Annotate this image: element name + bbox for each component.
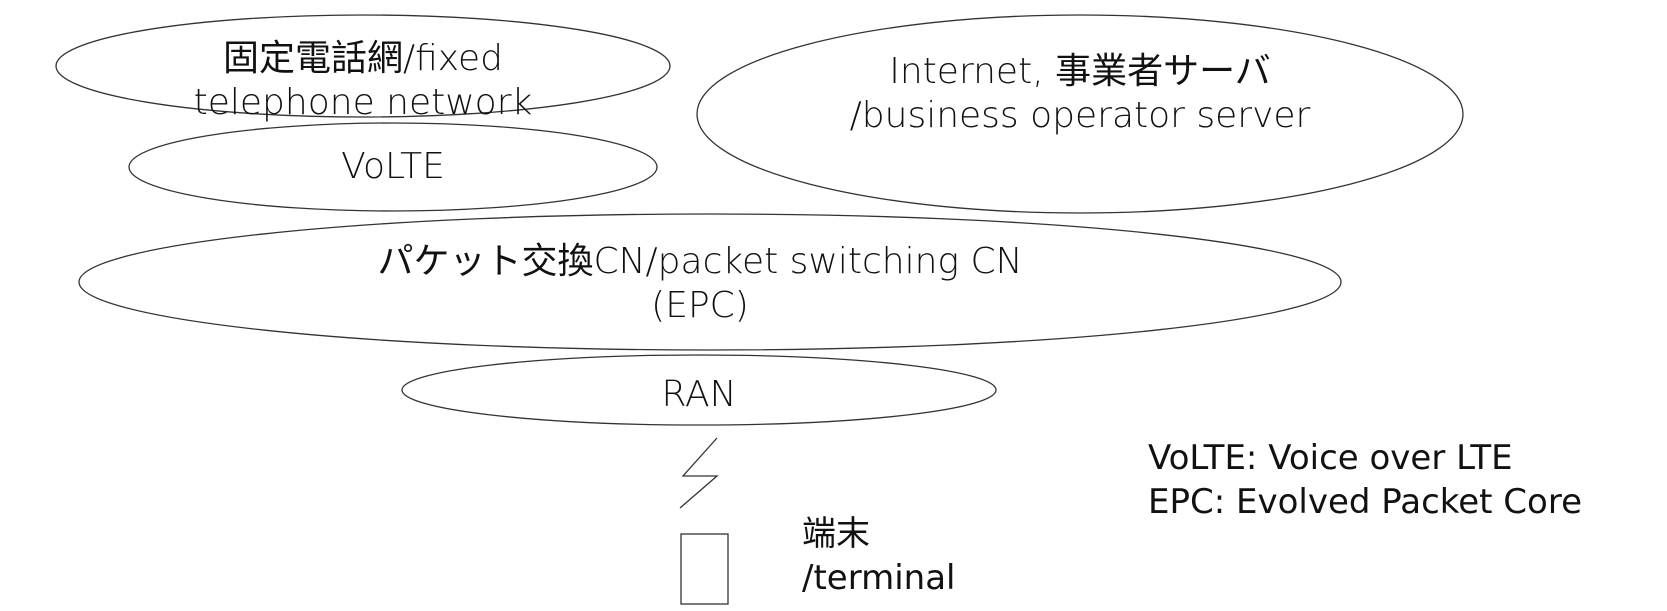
fixed-network-label: 固定電話網/fixed telephone network — [163, 37, 563, 125]
epc-line2: (EPC) — [651, 285, 749, 326]
legend-epc: EPC: Evolved Packet Core — [1148, 482, 1582, 522]
terminal-line1: 端末 — [802, 514, 870, 554]
epc-line1: パケット交換CN/packet switching CN — [377, 241, 1023, 282]
terminal-label: 端末 /terminal — [802, 512, 955, 600]
fixed-network-line2: telephone network — [193, 82, 533, 123]
ran-label: RAN — [609, 373, 789, 417]
ran-text: RAN — [661, 374, 737, 415]
internet-line1: Internet, 事業者サーバ — [889, 51, 1271, 92]
volte-label: VoLTE — [293, 145, 493, 189]
epc-label: パケット交換CN/packet switching CN (EPC) — [310, 240, 1090, 328]
internet-label: Internet, 事業者サーバ /business operator serv… — [800, 50, 1360, 138]
lightning-icon — [679, 437, 719, 509]
legend-volte: VoLTE: Voice over LTE — [1148, 438, 1513, 478]
terminal-device-icon — [680, 533, 729, 605]
internet-line2: /business operator server — [849, 95, 1311, 136]
volte-text: VoLTE — [341, 146, 445, 187]
terminal-line2: /terminal — [802, 558, 956, 598]
abbreviation-legend: VoLTE: Voice over LTE EPC: Evolved Packe… — [1148, 436, 1582, 524]
fixed-network-line1: 固定電話網/fixed — [222, 38, 503, 79]
